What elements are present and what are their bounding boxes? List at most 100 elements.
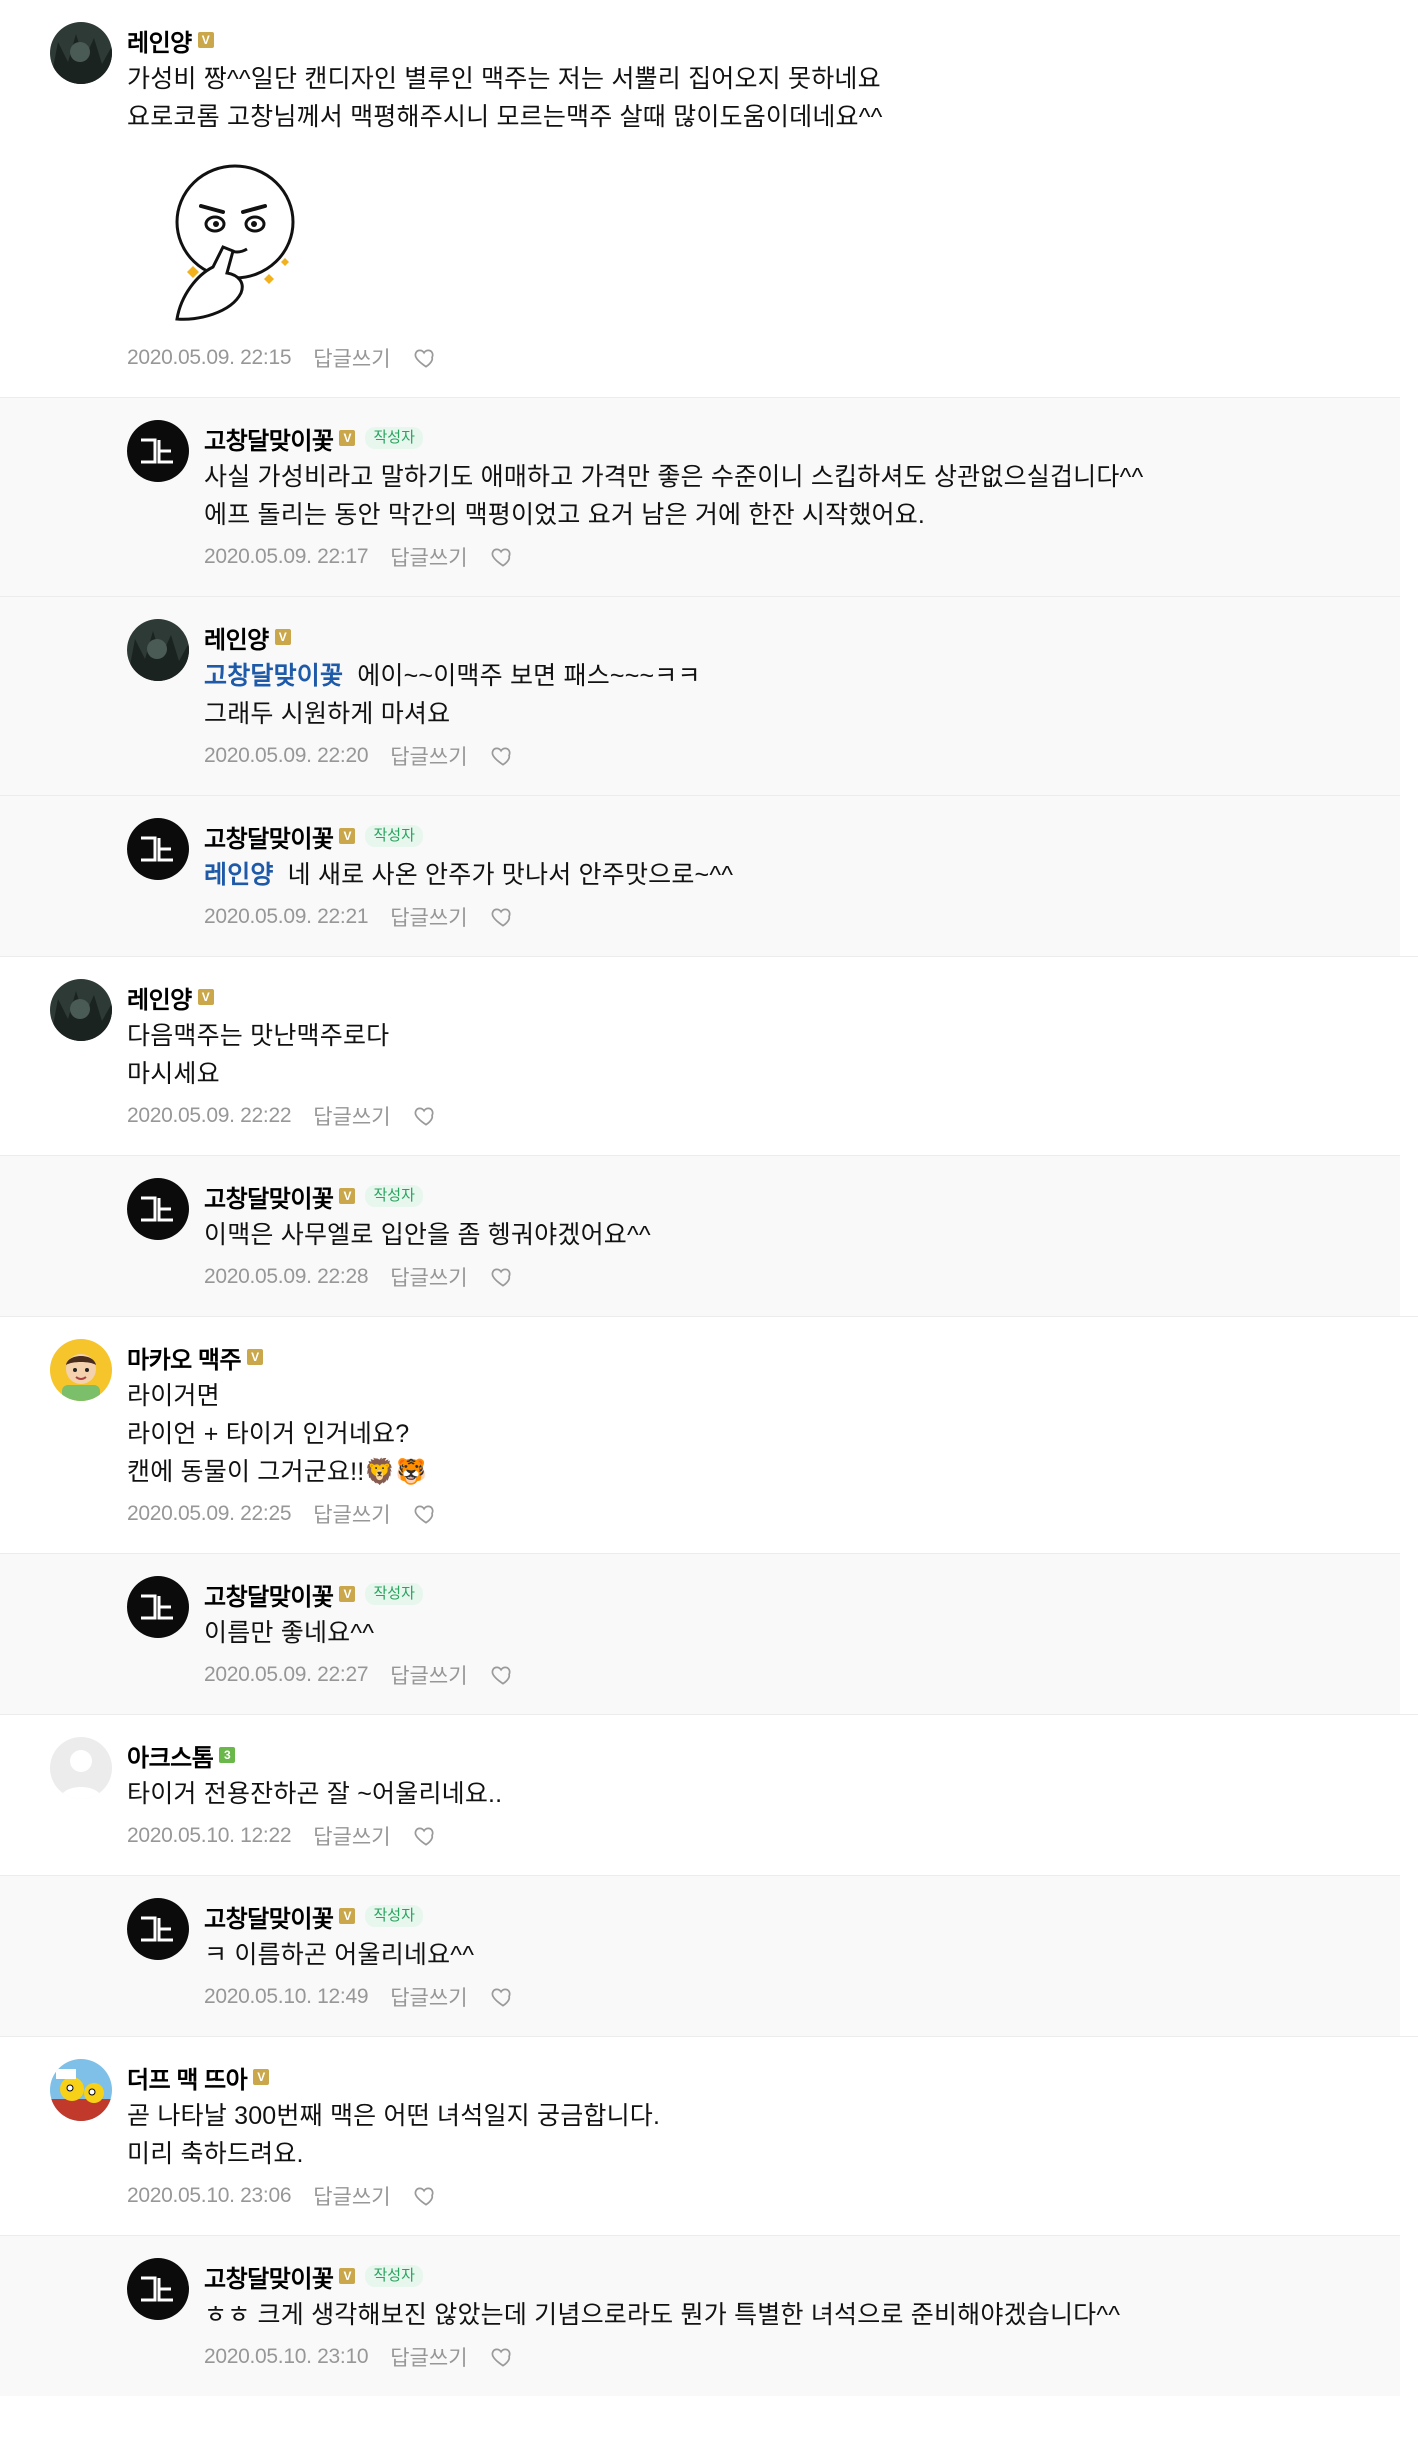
comment-line-text: 네 새로 사온 안주가 맛나서 안주맛으로~^^ — [287, 861, 734, 889]
comment-text: 이름만 좋네요^^ — [204, 1614, 1400, 1652]
comment-line: 레인양 네 새로 사온 안주가 맛나서 안주맛으로~^^ — [204, 856, 1400, 894]
level-badge-icon: 3 — [219, 1747, 236, 1763]
reply-button[interactable]: 답글쓰기 — [390, 2342, 467, 2372]
comment-text: ㅋ 이름하곤 어울리네요^^ — [204, 1936, 1400, 1974]
nickname[interactable]: 레인양 — [127, 23, 192, 58]
mention-link[interactable]: 레인양 — [204, 861, 274, 889]
nick-row: 고창달맞이꽃 V 작성자 — [204, 1899, 1400, 1934]
comment-line-text: 마시세요 — [127, 1060, 220, 1088]
heart-icon[interactable] — [490, 1264, 516, 1290]
reply-button[interactable]: 답글쓰기 — [390, 1660, 467, 1690]
heart-icon[interactable] — [490, 743, 516, 769]
comment-text: 레인양 네 새로 사온 안주가 맛나서 안주맛으로~^^ — [204, 856, 1400, 894]
writer-tag: 작성자 — [365, 427, 423, 449]
avatar-dark-photo[interactable] — [127, 619, 189, 681]
comment-date: 2020.05.09. 22:17 — [204, 545, 369, 568]
comment-date: 2020.05.09. 22:28 — [204, 1265, 369, 1288]
nickname[interactable]: 레인양 — [204, 620, 269, 655]
nickname[interactable]: 더프 맥 뜨아 — [127, 2060, 248, 2095]
nick-row: 레인양 V — [204, 620, 1400, 655]
comment-meta: 2020.05.09. 22:27 답글쓰기 — [204, 1658, 1400, 1692]
heart-icon[interactable] — [490, 1662, 516, 1688]
avatar-black-logo[interactable] — [127, 420, 189, 482]
comment-line: 사실 가성비라고 말하기도 애매하고 가격만 좋은 수준이니 스킵하셔도 상관없… — [204, 458, 1400, 496]
level-badge-icon: V — [339, 1188, 356, 1204]
heart-icon[interactable] — [490, 2344, 516, 2370]
comment-meta: 2020.05.10. 23:06 답글쓰기 — [127, 2179, 1418, 2213]
comment-text: 라이거면 라이언 + 타이거 인거네요? 캔에 동물이 그거군요!!🦁🐯 — [127, 1377, 1418, 1491]
comment-line-text: 그래두 시원하게 마셔요 — [204, 700, 451, 728]
comment-meta: 2020.05.10. 12:49 답글쓰기 — [204, 1980, 1400, 2014]
level-badge-icon: V — [339, 1908, 356, 1924]
avatar-black-logo[interactable] — [127, 818, 189, 880]
comment-date: 2020.05.10. 23:10 — [204, 2345, 369, 2368]
heart-icon[interactable] — [490, 1984, 516, 2010]
comment-line: 마시세요 — [127, 1055, 1418, 1093]
writer-tag: 작성자 — [365, 1583, 423, 1605]
nickname[interactable]: 고창달맞이꽃 — [204, 421, 334, 456]
nick-row: 고창달맞이꽃 V 작성자 — [204, 819, 1400, 854]
comment-meta: 2020.05.09. 22:15 답글쓰기 — [127, 341, 1418, 375]
nickname[interactable]: 아크스톰 — [127, 1738, 214, 1773]
avatar-black-logo[interactable] — [127, 2258, 189, 2320]
comment-line: 곧 나타날 300번째 맥은 어떤 녀석일지 궁금합니다. — [127, 2097, 1418, 2135]
reply-button[interactable]: 답글쓰기 — [313, 2181, 390, 2211]
comment-text: 고창달맞이꽃 에이~~이맥주 보면 패스~~~ㅋㅋ 그래두 시원하게 마셔요 — [204, 657, 1400, 733]
heart-icon[interactable] — [490, 544, 516, 570]
heart-icon[interactable] — [490, 904, 516, 930]
comment-line-text: 요로코롬 고창님께서 맥평해주시니 모르는맥주 살때 많이도움이데네요^^ — [127, 103, 883, 131]
comment-line-text: 다음맥주는 맛난맥주로다 — [127, 1022, 390, 1050]
avatar-cartoon-boy[interactable] — [50, 1339, 112, 1401]
comment-line-text: 이맥은 사무엘로 입안을 좀 헹궈야겠어요^^ — [204, 1221, 651, 1249]
comment-line: ㅎㅎ 크게 생각해보진 않았는데 기념으로라도 뭔가 특별한 녀석으로 준비해야… — [204, 2296, 1400, 2334]
heart-icon[interactable] — [413, 2183, 439, 2209]
nickname[interactable]: 고창달맞이꽃 — [204, 1179, 334, 1214]
reply-button[interactable]: 답글쓰기 — [390, 902, 467, 932]
reply-button[interactable]: 답글쓰기 — [313, 1101, 390, 1131]
nickname[interactable]: 레인양 — [127, 980, 192, 1015]
comment-meta: 2020.05.10. 12:22 답글쓰기 — [127, 1819, 1418, 1853]
reply-button[interactable]: 답글쓰기 — [313, 343, 390, 373]
nick-row: 고창달맞이꽃 V 작성자 — [204, 1577, 1400, 1612]
avatar-black-logo[interactable] — [127, 1576, 189, 1638]
reply-button[interactable]: 답글쓰기 — [313, 1821, 390, 1851]
comment-line: 요로코롬 고창님께서 맥평해주시니 모르는맥주 살때 많이도움이데네요^^ — [127, 98, 1418, 136]
reply-button[interactable]: 답글쓰기 — [390, 741, 467, 771]
level-badge-icon: V — [274, 629, 291, 645]
comment-item: 더프 맥 뜨아 V 곧 나타날 300번째 맥은 어떤 녀석일지 궁금합니다. 미… — [0, 2036, 1418, 2235]
reply-button[interactable]: 답글쓰기 — [390, 1262, 467, 1292]
avatar-black-logo[interactable] — [127, 1178, 189, 1240]
writer-tag: 작성자 — [365, 1905, 423, 1927]
comment-item: 레인양 V 다음맥주는 맛난맥주로다 마시세요 2020.05.09. 22:22… — [0, 956, 1418, 1155]
comment-meta: 2020.05.09. 22:20 답글쓰기 — [204, 739, 1400, 773]
comment-list: 레인양 V 가성비 짱^^일단 캔디자인 별루인 맥주는 저는 서뿔리 집어오지… — [0, 0, 1418, 2396]
reply-button[interactable]: 답글쓰기 — [390, 542, 467, 572]
nickname[interactable]: 마카오 맥주 — [127, 1340, 242, 1375]
heart-icon[interactable] — [413, 1823, 439, 1849]
reply-item: 레인양 V 고창달맞이꽃 에이~~이맥주 보면 패스~~~ㅋㅋ 그래두 시원하게 마… — [0, 596, 1400, 795]
reply-button[interactable]: 답글쓰기 — [313, 1499, 390, 1529]
comment-text: 타이거 전용잔하곤 잘 ~어울리네요.. — [127, 1775, 1418, 1813]
avatar-simpsons[interactable] — [50, 2059, 112, 2121]
heart-icon[interactable] — [413, 1501, 439, 1527]
avatar-black-logo[interactable] — [127, 1898, 189, 1960]
reply-button[interactable]: 답글쓰기 — [390, 1982, 467, 2012]
nickname[interactable]: 고창달맞이꽃 — [204, 1899, 334, 1934]
nickname[interactable]: 고창달맞이꽃 — [204, 1577, 334, 1612]
level-badge-icon: V — [247, 1349, 264, 1365]
nickname[interactable]: 고창달맞이꽃 — [204, 2259, 334, 2294]
comment-item: 마카오 맥주 V 라이거면 라이언 + 타이거 인거네요? 캔에 동물이 그거군요!… — [0, 1316, 1418, 1553]
avatar-dark-photo[interactable] — [50, 22, 112, 84]
comment-line: 타이거 전용잔하곤 잘 ~어울리네요.. — [127, 1775, 1418, 1813]
comment-meta: 2020.05.10. 23:10 답글쓰기 — [204, 2340, 1400, 2374]
nick-row: 마카오 맥주 V — [127, 1340, 1418, 1375]
nickname[interactable]: 고창달맞이꽃 — [204, 819, 334, 854]
comment-line-text: 라이거면 — [127, 1382, 220, 1410]
avatar-default[interactable] — [50, 1737, 112, 1799]
avatar-dark-photo[interactable] — [50, 979, 112, 1041]
heart-icon[interactable] — [413, 1103, 439, 1129]
mention-link[interactable]: 고창달맞이꽃 — [204, 662, 343, 690]
reply-item: 고창달맞이꽃 V 작성자 ㅋ 이름하곤 어울리네요^^ 2020.05.10. … — [0, 1875, 1400, 2036]
heart-icon[interactable] — [413, 345, 439, 371]
comment-line: 라이언 + 타이거 인거네요? — [127, 1415, 1418, 1453]
